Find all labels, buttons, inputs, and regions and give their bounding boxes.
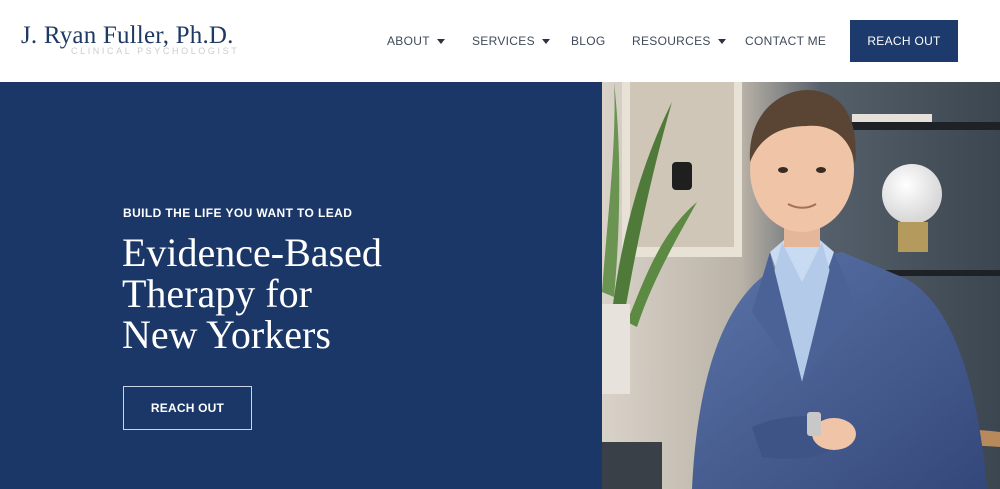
chevron-down-icon [436,38,445,44]
nav-about[interactable]: ABOUT [387,33,445,49]
hero-headline: Evidence-Based Therapy for New Yorkers [122,232,442,355]
header-reach-out-button[interactable]: REACH OUT [850,20,958,62]
nav-contact-label: CONTACT ME [745,34,827,48]
hero-photo [602,82,1000,489]
site-header: J. Ryan Fuller, Ph.D. CLINICAL PSYCHOLOG… [0,0,1000,82]
logo-subtitle: CLINICAL PSYCHOLOGIST [71,46,240,56]
nav-about-label: ABOUT [387,34,430,48]
nav-services[interactable]: SERVICES [472,33,550,49]
nav-resources[interactable]: RESOURCES [632,33,726,49]
hero-eyebrow: BUILD THE LIFE YOU WANT TO LEAD [123,206,353,220]
nav-services-label: SERVICES [472,34,535,48]
nav-contact[interactable]: CONTACT ME [745,33,826,49]
site-logo[interactable]: J. Ryan Fuller, Ph.D. CLINICAL PSYCHOLOG… [21,22,251,62]
nav-blog[interactable]: BLOG [571,33,606,49]
headline-line-2: Therapy for [122,271,312,316]
portrait-illustration [602,82,1000,489]
chevron-down-icon [717,38,726,44]
headline-line-1: Evidence-Based [122,230,382,275]
nav-blog-label: BLOG [571,34,606,48]
nav-resources-label: RESOURCES [632,34,711,48]
hero-reach-out-button[interactable]: REACH OUT [123,386,252,430]
headline-line-3: New Yorkers [122,312,331,357]
chevron-down-icon [541,38,550,44]
